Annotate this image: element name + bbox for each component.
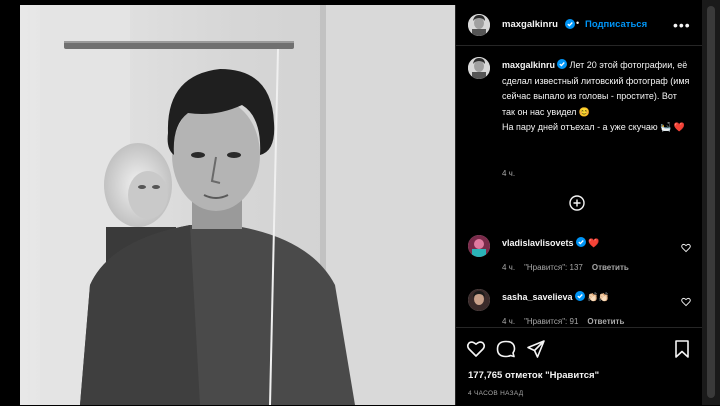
comment-text: 👏🏻👏🏻 — [587, 292, 610, 302]
post-image — [20, 5, 455, 405]
verified-icon — [565, 19, 575, 29]
more-icon[interactable]: ••• — [673, 17, 691, 33]
verified-icon — [557, 59, 568, 69]
caption-timestamp: 4 ч. — [502, 169, 516, 178]
scrollbar[interactable] — [702, 0, 720, 405]
verified-icon — [575, 237, 586, 247]
author-username[interactable]: maxgalkinru — [502, 19, 558, 30]
caption-text: maxgalkinru Лет 20 этой фотографии, её с… — [502, 58, 692, 136]
scrollbar-thumb[interactable] — [707, 6, 715, 398]
share-icon[interactable] — [526, 339, 546, 359]
comment-likes[interactable]: "Нравится": 91 — [524, 317, 578, 326]
post-photo[interactable] — [20, 5, 455, 405]
reply-button[interactable]: Ответить — [587, 317, 624, 326]
comment-text: ❤️ — [588, 238, 600, 248]
author-avatar[interactable] — [468, 14, 490, 36]
commenter-avatar[interactable] — [468, 235, 490, 257]
post-actions: 177,765 отметок "Нравится" 4 ЧАСОВ НАЗАД — [456, 327, 703, 406]
caption-avatar[interactable] — [468, 57, 490, 79]
comment-meta: 4 ч. "Нравится": 137 Ответить — [502, 263, 638, 272]
comment-username-text[interactable]: vladislavlisovets — [502, 238, 574, 248]
comment-time: 4 ч. — [502, 263, 516, 272]
separator-dot: • — [576, 18, 580, 28]
heart-icon[interactable] — [681, 243, 691, 253]
caption-username[interactable]: maxgalkinru — [502, 60, 555, 70]
bookmark-icon[interactable] — [672, 339, 692, 359]
post-side-panel: maxgalkinru • Подписаться ••• maxgalkinr… — [455, 5, 703, 405]
comment-username: sasha_savelieva 👏🏻👏🏻 — [502, 291, 610, 303]
heart-icon[interactable] — [681, 297, 691, 307]
reply-button[interactable]: Ответить — [592, 263, 629, 272]
comment-icon[interactable] — [496, 339, 516, 359]
post-timestamp: 4 ЧАСОВ НАЗАД — [468, 390, 524, 397]
like-heart-icon[interactable] — [466, 339, 486, 359]
comment-time: 4 ч. — [502, 317, 516, 326]
follow-button[interactable]: Подписаться — [585, 19, 647, 30]
verified-icon — [574, 291, 585, 301]
comment-meta: 4 ч. "Нравится": 91 Ответить — [502, 317, 633, 326]
comment-username-text[interactable]: sasha_savelieva — [502, 292, 573, 302]
caption-line-2: На пару дней отъехал - а уже скучаю 🛀 ❤️ — [502, 122, 686, 132]
add-comment-icon[interactable] — [569, 195, 585, 211]
post-header: maxgalkinru • Подписаться ••• — [456, 5, 703, 46]
comment-username: vladislavlisovets ❤️ — [502, 237, 599, 249]
page-margin — [0, 0, 20, 405]
comment-likes[interactable]: "Нравится": 137 — [524, 263, 583, 272]
likes-count[interactable]: 177,765 отметок "Нравится" — [468, 370, 599, 381]
commenter-avatar[interactable] — [468, 289, 490, 311]
